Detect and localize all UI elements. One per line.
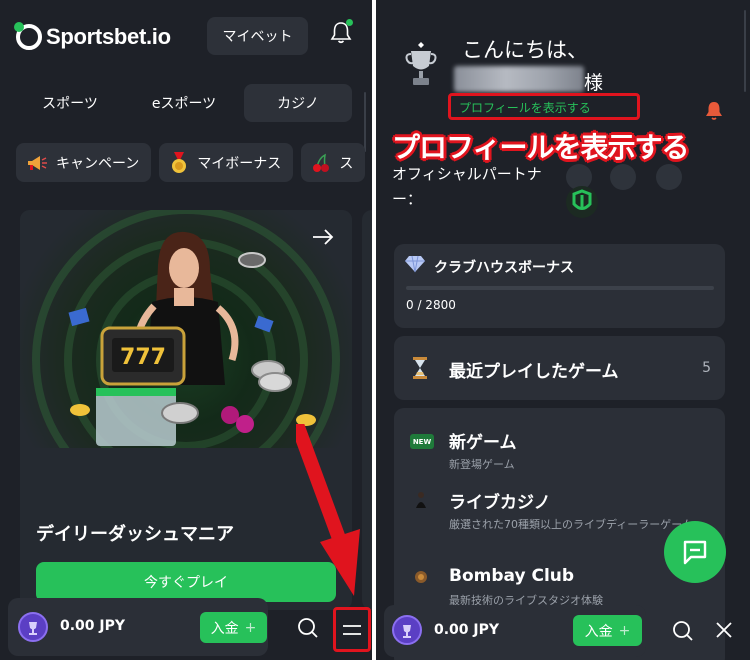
list-item-title: 新ゲーム <box>449 433 517 453</box>
promo-title: デイリーダッシュマニア <box>36 524 234 545</box>
medal-icon <box>172 151 187 173</box>
reel-text: 777 <box>120 345 166 370</box>
chip-label: ス <box>339 155 354 172</box>
chip-slots[interactable]: ス <box>301 143 366 182</box>
wallet-balance: 0.00 JPY <box>434 622 500 638</box>
clubhouse-bonus-card[interactable]: クラブハウスボーナス 0 / 2800 <box>394 244 725 328</box>
search-icon[interactable] <box>297 617 319 639</box>
logo-text: Sportsbet.io <box>46 24 171 49</box>
deposit-label: 入金 <box>210 620 239 637</box>
cherries-icon <box>313 153 330 172</box>
live-casino-icon <box>416 492 426 508</box>
profile-annotation-label: プロフィールを表示する <box>392 131 689 164</box>
scrollbar[interactable] <box>744 10 746 92</box>
notification-dot <box>346 19 353 26</box>
megaphone-icon <box>28 155 47 170</box>
sportsbet-logo[interactable]: Sportsbet.io <box>14 22 171 50</box>
arrow-right-icon[interactable] <box>312 226 334 250</box>
promo-illustration: 777 <box>20 210 352 448</box>
chip-label: キャンペーン <box>56 155 140 172</box>
category-chips: キャンペーン マイボーナス ス <box>16 143 366 182</box>
deposit-label: 入金 <box>584 623 613 640</box>
sport-tabs: スポーツ eスポーツ カジノ <box>16 84 352 122</box>
tab-casino[interactable]: カジノ <box>244 84 352 122</box>
chip-campaign[interactable]: キャンペーン <box>16 143 152 182</box>
partner-shield-icon[interactable] <box>566 186 598 218</box>
wallet-balance: 0.00 JPY <box>60 618 126 634</box>
bombay-club-icon <box>415 571 427 583</box>
honorific-text: 様 <box>584 72 604 94</box>
official-partner-label: オフィシャルパートナー： <box>392 165 542 208</box>
recently-played-count: 5 <box>702 360 711 376</box>
list-item-title: Bombay Club <box>449 566 575 586</box>
hourglass-icon <box>413 357 427 379</box>
my-bets-button[interactable]: マイベット <box>207 17 308 55</box>
bonus-progress-text: 0 / 2800 <box>406 298 456 312</box>
wallet-coin-icon[interactable] <box>392 615 422 645</box>
recently-played-card[interactable]: 最近プレイしたゲーム 5 <box>394 336 725 400</box>
chat-bubble-icon <box>683 540 707 565</box>
trophy-icon <box>405 42 437 85</box>
close-icon[interactable] <box>715 621 733 639</box>
deposit-button[interactable]: 入金 + <box>200 612 267 643</box>
username-redacted <box>454 66 584 92</box>
list-item-title: ライブカジノ <box>449 493 551 513</box>
clubhouse-bonus-title: クラブハウスボーナス <box>434 260 574 276</box>
live-chat-button[interactable] <box>664 521 726 583</box>
tab-sports[interactable]: スポーツ <box>16 84 124 122</box>
greeting-text: こんにちは、 <box>462 38 588 62</box>
wallet-coin-icon[interactable] <box>18 612 48 642</box>
hamburger-menu-icon <box>343 624 361 635</box>
recently-played-title: 最近プレイしたゲーム <box>449 362 619 382</box>
diamond-icon <box>405 255 425 273</box>
casino-screen: Sportsbet.io マイベット スポーツ eスポーツ カジノ キャンペーン <box>0 0 372 660</box>
play-now-button[interactable]: 今すぐプレイ <box>36 562 336 602</box>
chip-label: マイボーナス <box>197 155 282 172</box>
bonus-progress-bar <box>406 286 714 290</box>
promo-art-graphic: 777 <box>32 210 340 448</box>
wallet-bar: 0.00 JPY 入金 + <box>384 605 646 657</box>
menu-button[interactable] <box>333 607 371 652</box>
plus-icon: + <box>244 619 257 636</box>
plus-icon: + <box>618 622 631 639</box>
red-arrow-annotation <box>296 424 360 596</box>
notification-bell-icon[interactable] <box>705 100 723 120</box>
list-item-subtitle: 新登場ゲーム <box>449 458 515 471</box>
logo-mark-icon <box>14 22 42 50</box>
chip-my-bonus[interactable]: マイボーナス <box>159 143 294 182</box>
search-icon[interactable] <box>672 620 694 642</box>
view-profile-link[interactable]: プロフィールを表示する <box>459 99 591 116</box>
deposit-button[interactable]: 入金 + <box>573 615 642 646</box>
list-item-subtitle: 厳選された70種類以上のライブディーラーゲーム <box>449 518 693 531</box>
tab-esports[interactable]: eスポーツ <box>130 84 238 122</box>
wallet-bar: 0.00 JPY 入金 + <box>8 598 268 656</box>
new-badge-icon: NEW <box>410 434 434 449</box>
